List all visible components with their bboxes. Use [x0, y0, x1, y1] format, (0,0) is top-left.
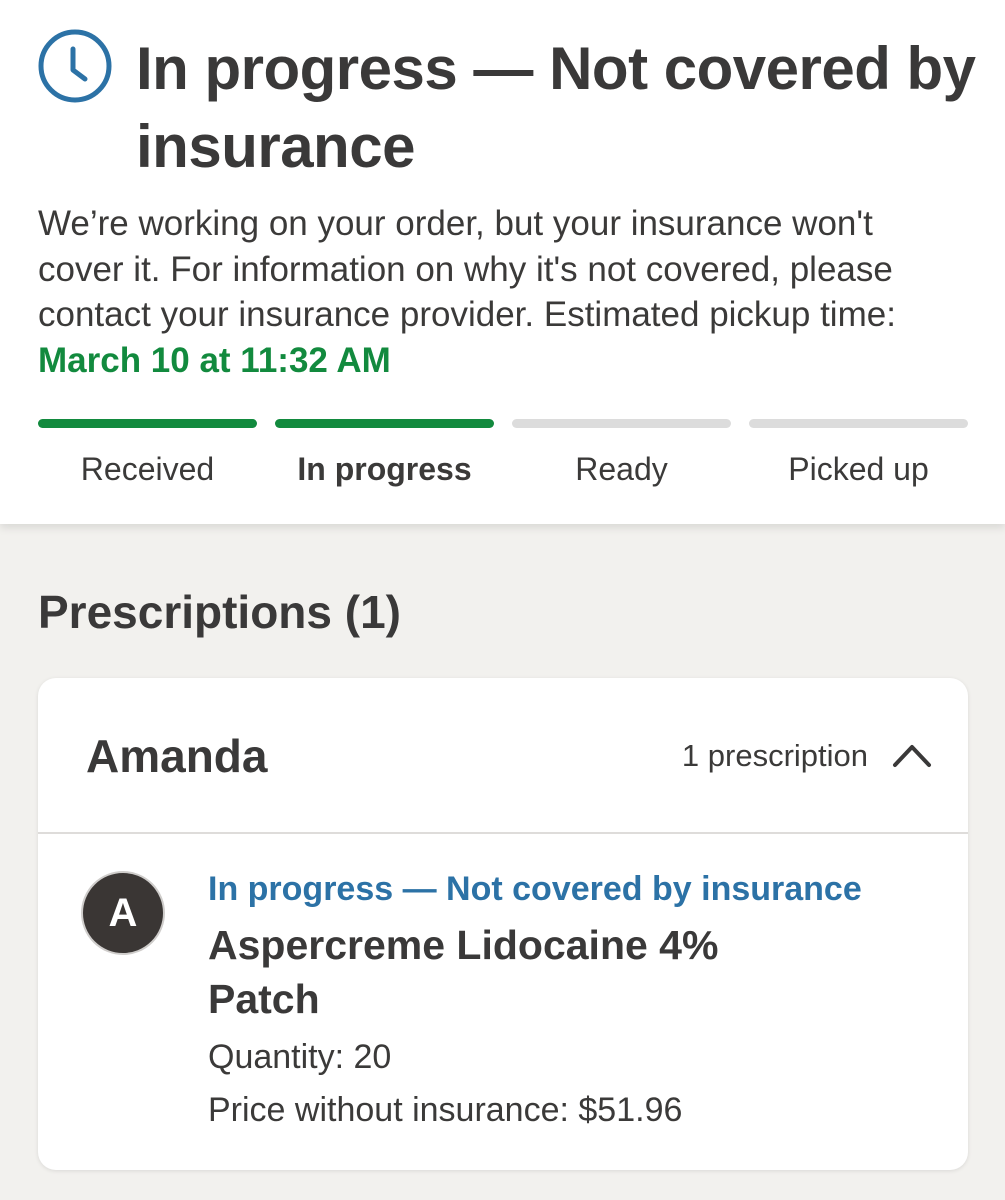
status-description: We’re working on your order, but your in… — [38, 201, 968, 383]
prescriptions-section-title: Prescriptions (1) — [38, 586, 401, 638]
step-label-picked-up: Picked up — [788, 451, 929, 487]
step-label-in-progress: In progress — [297, 451, 472, 487]
pickup-label: Estimated pickup time: — [543, 295, 896, 334]
patient-prescription-card: Amanda 1 prescription A In progress — No… — [38, 678, 968, 1170]
step-label-ready: Ready — [575, 451, 668, 487]
chevron-up-icon[interactable] — [892, 740, 932, 770]
progress-segment-ready — [512, 419, 731, 428]
progress-segment-in-progress — [275, 419, 494, 428]
order-status-card: In progress — Not covered by insurance W… — [0, 0, 1005, 524]
status-title: In progress — Not covered by insurance — [136, 35, 976, 180]
price-without-insurance: Price without insurance: $51.96 — [208, 1091, 683, 1129]
progress-segment-received — [38, 419, 257, 428]
prescription-quantity: Quantity: 20 — [208, 1038, 392, 1076]
patient-card-header[interactable]: Amanda 1 prescription — [38, 678, 968, 834]
pickup-time: March 10 at 11:32 AM — [38, 340, 391, 380]
step-label-received: Received — [80, 451, 215, 487]
patient-name: Amanda — [86, 730, 268, 782]
prescription-count: 1 prescription — [681, 738, 868, 773]
prescription-status: In progress — Not covered by insurance — [208, 870, 862, 908]
drug-name: Aspercreme Lidocaine 4% Patch — [208, 922, 719, 1022]
clock-icon — [38, 29, 112, 103]
avatar: A — [81, 871, 165, 955]
progress-segment-picked-up — [749, 419, 968, 428]
